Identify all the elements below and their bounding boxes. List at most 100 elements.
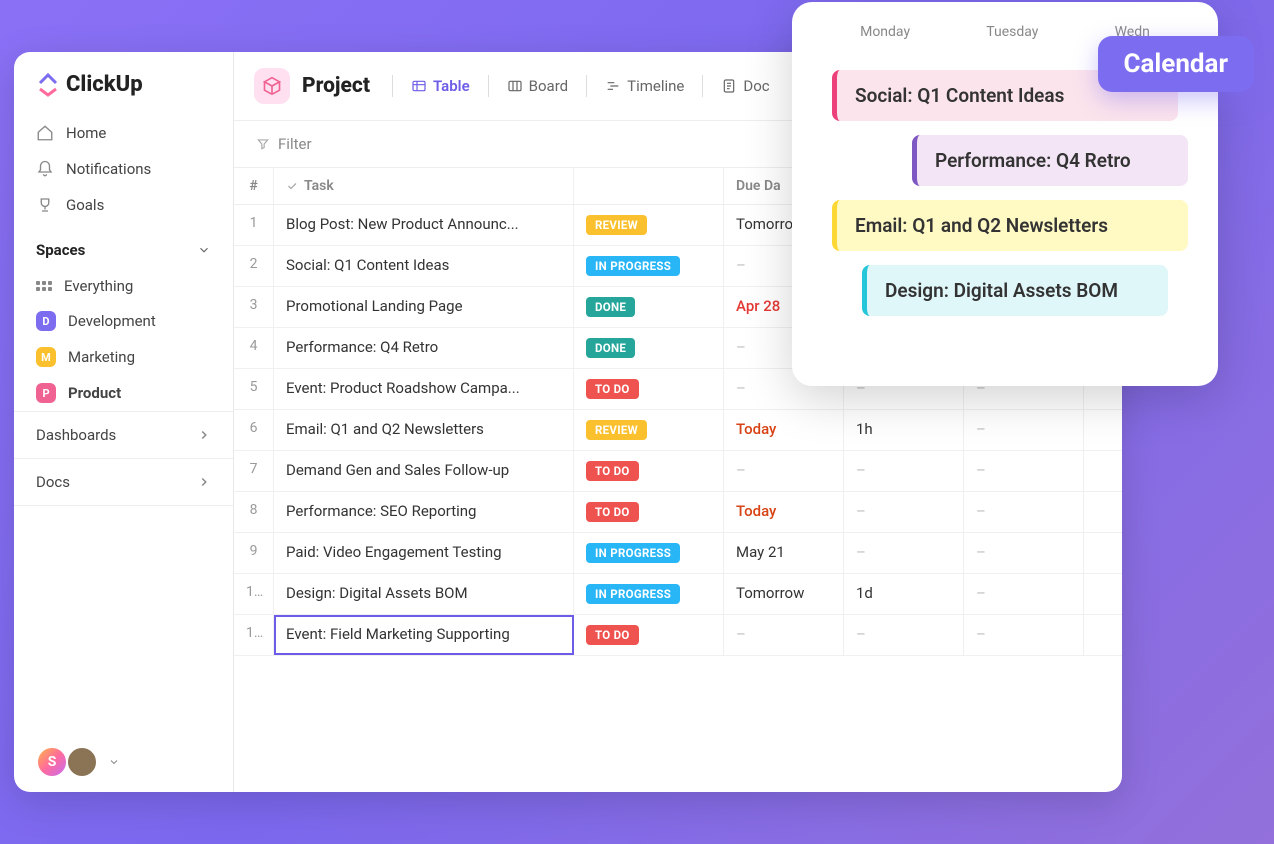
- cell-due[interactable]: Tomorrow: [724, 574, 844, 614]
- cube-icon: [262, 76, 282, 96]
- sidebar-space-item[interactable]: DDevelopment: [14, 303, 233, 339]
- day-label: Tuesday: [986, 24, 1038, 40]
- cell-extra2[interactable]: –: [964, 615, 1084, 655]
- avatar[interactable]: S: [36, 746, 68, 778]
- nav-goals[interactable]: Goals: [14, 187, 233, 223]
- cell-task[interactable]: Event: Field Marketing Supporting: [274, 615, 574, 655]
- cell-status[interactable]: TO DO: [574, 451, 724, 491]
- cell-num: 9: [234, 533, 274, 573]
- view-tab-board[interactable]: Board: [497, 71, 578, 101]
- view-label: Timeline: [627, 77, 684, 95]
- separator: [586, 75, 587, 97]
- cell-task[interactable]: Paid: Video Engagement Testing: [274, 533, 574, 573]
- filter-button[interactable]: Filter: [256, 135, 312, 153]
- clickup-logo-icon: [36, 73, 60, 97]
- chevron-right-icon: [197, 428, 211, 442]
- cell-due[interactable]: –: [724, 451, 844, 491]
- status-badge: DONE: [586, 338, 635, 358]
- nav-dashboards[interactable]: Dashboards: [14, 412, 233, 459]
- cell-status[interactable]: REVIEW: [574, 410, 724, 450]
- table-row[interactable]: 8 Performance: SEO Reporting TO DO Today…: [234, 492, 1122, 533]
- cell-task[interactable]: Event: Product Roadshow Campa...: [274, 369, 574, 409]
- cell-status[interactable]: DONE: [574, 328, 724, 368]
- cell-extra1[interactable]: –: [844, 615, 964, 655]
- cell-extra2[interactable]: –: [964, 533, 1084, 573]
- status-badge: TO DO: [586, 379, 639, 399]
- cell-task[interactable]: Promotional Landing Page: [274, 287, 574, 327]
- cell-task[interactable]: Blog Post: New Product Announc...: [274, 205, 574, 245]
- table-row[interactable]: 6 Email: Q1 and Q2 Newsletters REVIEW To…: [234, 410, 1122, 451]
- cell-status[interactable]: TO DO: [574, 369, 724, 409]
- cell-extra1[interactable]: –: [844, 451, 964, 491]
- cell-status[interactable]: IN PROGRESS: [574, 533, 724, 573]
- cell-extra2[interactable]: –: [964, 492, 1084, 532]
- sidebar-item-everything[interactable]: Everything: [14, 269, 233, 303]
- logo-text: ClickUp: [66, 72, 143, 97]
- cell-extra1[interactable]: –: [844, 533, 964, 573]
- cell-due[interactable]: May 21: [724, 533, 844, 573]
- calendar-badge[interactable]: Calendar: [1098, 36, 1255, 92]
- cell-status[interactable]: TO DO: [574, 492, 724, 532]
- cell-due[interactable]: –: [724, 615, 844, 655]
- table-row[interactable]: 10 Design: Digital Assets BOM IN PROGRES…: [234, 574, 1122, 615]
- nav-docs[interactable]: Docs: [14, 459, 233, 506]
- cell-status[interactable]: REVIEW: [574, 205, 724, 245]
- col-task[interactable]: Task: [274, 168, 574, 204]
- avatar-row[interactable]: S: [14, 732, 233, 792]
- cell-task[interactable]: Performance: SEO Reporting: [274, 492, 574, 532]
- cell-task[interactable]: Design: Digital Assets BOM: [274, 574, 574, 614]
- cell-status[interactable]: DONE: [574, 287, 724, 327]
- project-icon: [254, 68, 290, 104]
- nav-label: Docs: [36, 473, 70, 491]
- filter-label: Filter: [278, 135, 312, 153]
- calendar-event[interactable]: Design: Digital Assets BOM: [862, 265, 1168, 316]
- cell-num: 10: [234, 574, 274, 614]
- cell-num: 1: [234, 205, 274, 245]
- view-tab-timeline[interactable]: Timeline: [595, 71, 694, 101]
- cell-extra1[interactable]: –: [844, 492, 964, 532]
- cell-due[interactable]: Today: [724, 410, 844, 450]
- check-icon: [286, 180, 298, 192]
- table-icon: [411, 78, 427, 94]
- view-tab-doc[interactable]: Doc: [711, 71, 779, 101]
- cell-due[interactable]: Today: [724, 492, 844, 532]
- calendar-event[interactable]: Email: Q1 and Q2 Newsletters: [832, 200, 1188, 251]
- cell-extra2[interactable]: –: [964, 574, 1084, 614]
- spaces-header[interactable]: Spaces: [14, 223, 233, 269]
- cell-task[interactable]: Demand Gen and Sales Follow-up: [274, 451, 574, 491]
- cell-task[interactable]: Performance: Q4 Retro: [274, 328, 574, 368]
- status-badge: DONE: [586, 297, 635, 317]
- table-row[interactable]: 7 Demand Gen and Sales Follow-up TO DO –…: [234, 451, 1122, 492]
- nav-label: Notifications: [66, 160, 151, 178]
- cell-extra1[interactable]: 1h: [844, 410, 964, 450]
- cell-task[interactable]: Email: Q1 and Q2 Newsletters: [274, 410, 574, 450]
- cell-status[interactable]: TO DO: [574, 615, 724, 655]
- grid-icon: [36, 281, 52, 291]
- cell-num: 6: [234, 410, 274, 450]
- sidebar-space-item[interactable]: PProduct: [14, 375, 233, 411]
- cell-num: 7: [234, 451, 274, 491]
- col-status[interactable]: [574, 168, 724, 204]
- sidebar-space-item[interactable]: MMarketing: [14, 339, 233, 375]
- col-num[interactable]: #: [234, 168, 274, 204]
- logo[interactable]: ClickUp: [14, 72, 233, 115]
- avatar[interactable]: [66, 746, 98, 778]
- nav-home[interactable]: Home: [14, 115, 233, 151]
- cell-status[interactable]: IN PROGRESS: [574, 574, 724, 614]
- space-label: Product: [68, 384, 121, 402]
- view-label: Table: [433, 77, 470, 95]
- spaces-label: Spaces: [36, 241, 85, 259]
- cell-task[interactable]: Social: Q1 Content Ideas: [274, 246, 574, 286]
- cell-status[interactable]: IN PROGRESS: [574, 246, 724, 286]
- space-icon: D: [36, 311, 56, 331]
- nav-notifications[interactable]: Notifications: [14, 151, 233, 187]
- status-badge: IN PROGRESS: [586, 584, 680, 604]
- cell-extra2[interactable]: –: [964, 451, 1084, 491]
- table-row[interactable]: 9 Paid: Video Engagement Testing IN PROG…: [234, 533, 1122, 574]
- calendar-event[interactable]: Performance: Q4 Retro: [912, 135, 1188, 186]
- cell-extra2[interactable]: –: [964, 410, 1084, 450]
- view-tab-table[interactable]: Table: [401, 71, 480, 101]
- cell-extra1[interactable]: 1d: [844, 574, 964, 614]
- table-row[interactable]: 11 Event: Field Marketing Supporting TO …: [234, 615, 1122, 656]
- chevron-down-icon[interactable]: [108, 756, 120, 768]
